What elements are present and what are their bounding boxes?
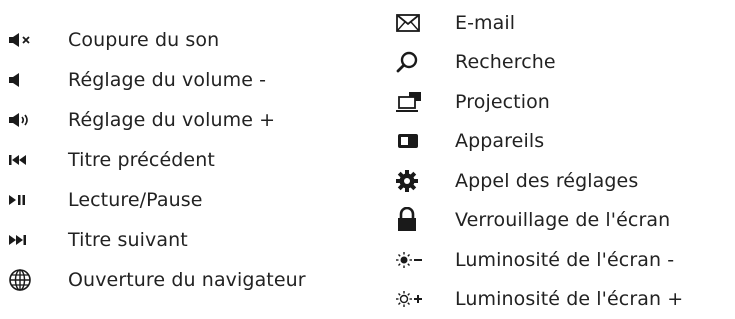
list-item-label: Luminosité de l'écran + xyxy=(455,288,683,310)
volume-down-icon xyxy=(8,66,58,94)
mute-icon xyxy=(8,26,58,54)
list-item-browser: Ouverture du navigateur xyxy=(8,260,306,300)
media-keys-list: Coupure du son Réglage du volume - Régla… xyxy=(8,20,306,300)
list-item-devices: Appareils xyxy=(395,122,683,162)
list-item-settings: Appel des réglages xyxy=(395,161,683,201)
list-item-label: Appel des réglages xyxy=(455,170,638,192)
list-item-label: Lecture/Pause xyxy=(68,189,203,211)
list-item-label: Appareils xyxy=(455,130,544,152)
list-item-mute: Coupure du son xyxy=(8,20,306,60)
list-item-label: Projection xyxy=(455,91,550,113)
list-item-label: Réglage du volume + xyxy=(68,109,275,131)
envelope-icon xyxy=(395,9,455,37)
list-item-search: Recherche xyxy=(395,43,683,83)
brightness-up-icon xyxy=(395,285,455,313)
lock-icon xyxy=(395,206,455,234)
list-item-volume-up: Réglage du volume + xyxy=(8,100,306,140)
list-item-label: Recherche xyxy=(455,51,556,73)
projection-icon xyxy=(395,88,455,116)
volume-up-icon xyxy=(8,106,58,134)
gear-icon xyxy=(395,167,455,195)
list-item-label: Titre suivant xyxy=(68,229,188,251)
list-item-play-pause: Lecture/Pause xyxy=(8,180,306,220)
next-track-icon xyxy=(8,226,58,254)
search-icon xyxy=(395,48,455,76)
list-item-label: E-mail xyxy=(455,12,515,34)
devices-icon xyxy=(395,127,455,155)
list-item-label: Verrouillage de l'écran xyxy=(455,209,670,231)
play-pause-icon xyxy=(8,186,58,214)
list-item-previous-track: Titre précédent xyxy=(8,140,306,180)
list-item-projection: Projection xyxy=(395,82,683,122)
list-item-lock-screen: Verrouillage de l'écran xyxy=(395,201,683,241)
list-item-email: E-mail xyxy=(395,3,683,43)
list-item-label: Ouverture du navigateur xyxy=(68,269,306,291)
list-item-label: Luminosité de l'écran - xyxy=(455,249,674,271)
list-item-brightness-up: Luminosité de l'écran + xyxy=(395,280,683,319)
list-item-volume-down: Réglage du volume - xyxy=(8,60,306,100)
list-item-brightness-down: Luminosité de l'écran - xyxy=(395,240,683,280)
globe-icon xyxy=(8,266,58,294)
list-item-label: Titre précédent xyxy=(68,149,215,171)
list-item-label: Coupure du son xyxy=(68,29,219,51)
list-item-next-track: Titre suivant xyxy=(8,220,306,260)
function-keys-list: E-mail Recherche Projection Appa xyxy=(395,3,683,319)
previous-track-icon xyxy=(8,146,58,174)
list-item-label: Réglage du volume - xyxy=(68,69,266,91)
brightness-down-icon xyxy=(395,246,455,274)
